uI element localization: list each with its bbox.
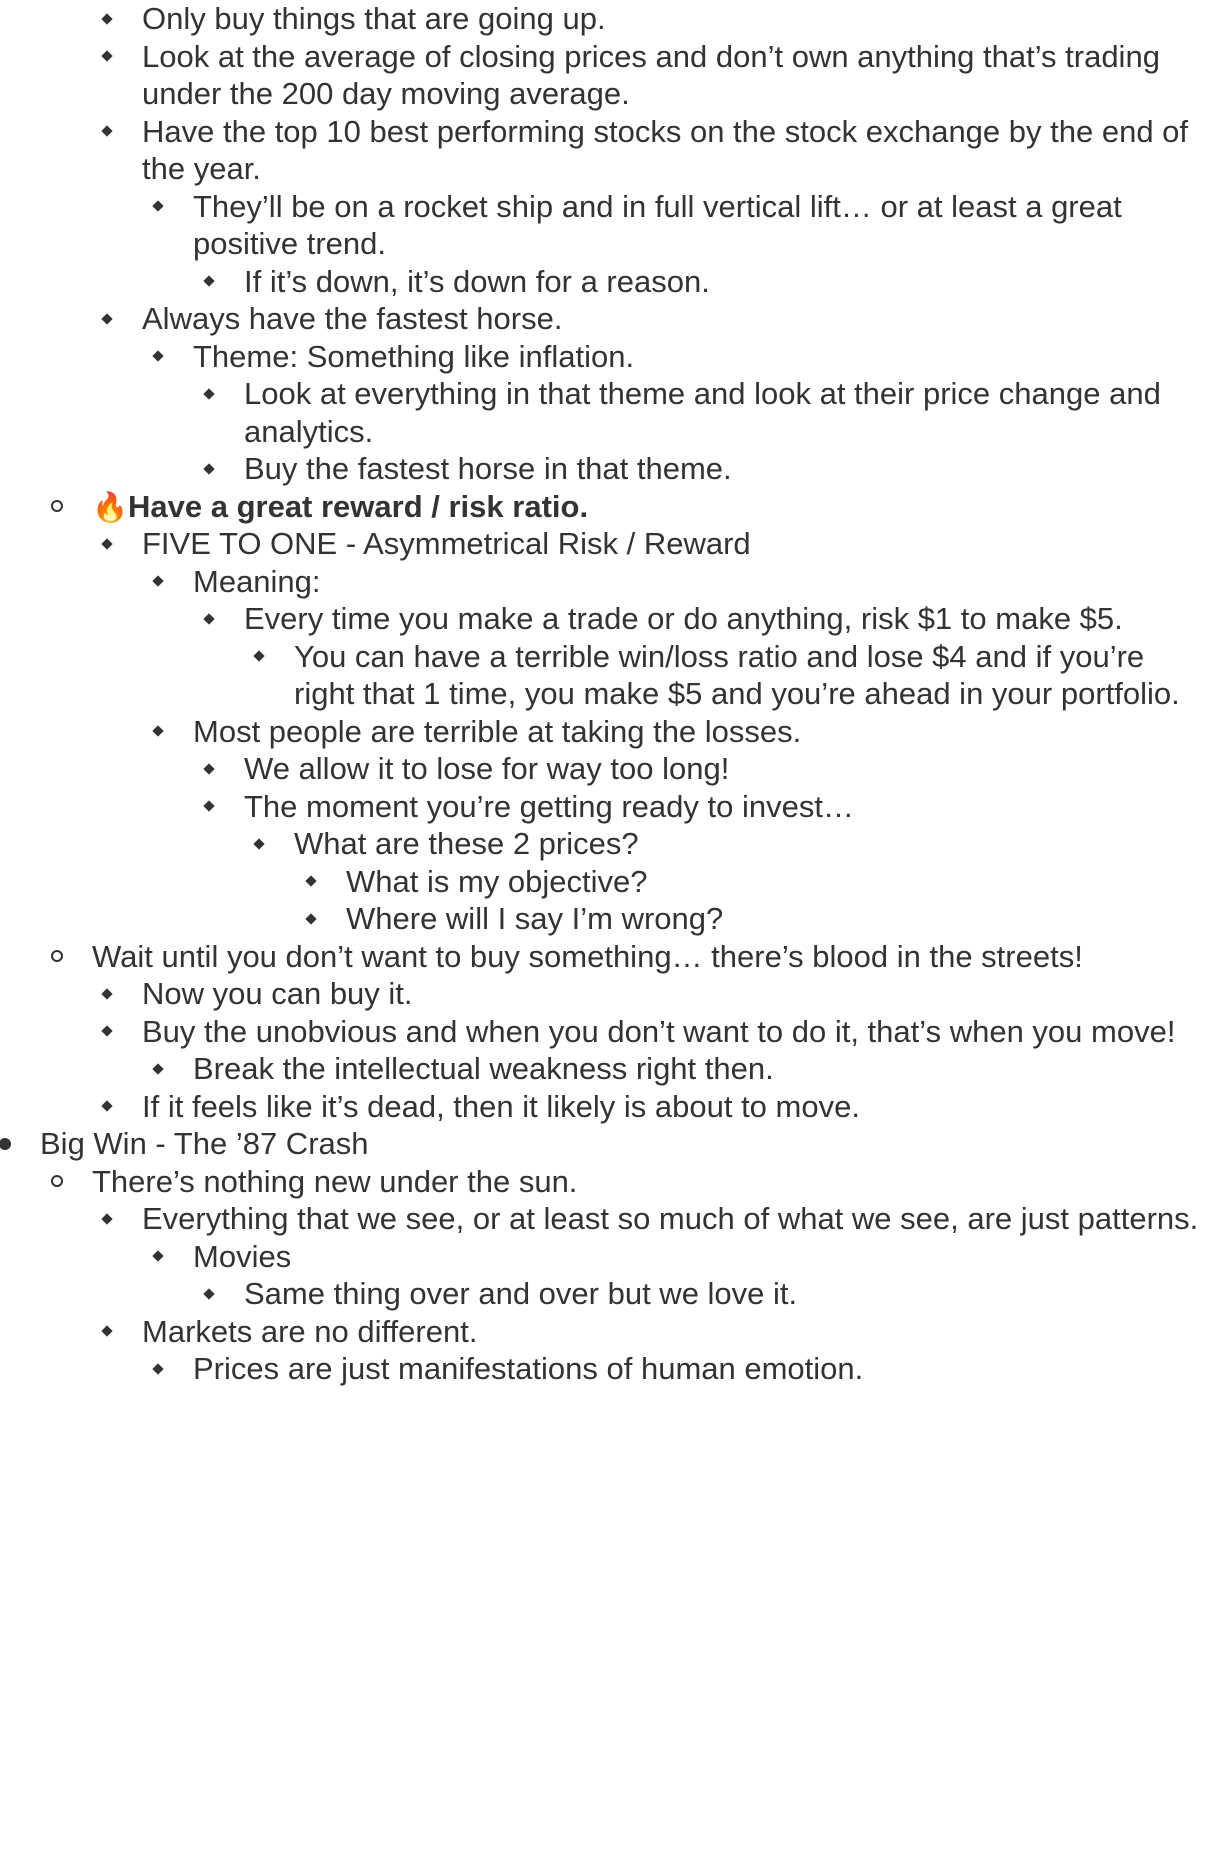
bullet-diamond-icon <box>244 638 274 676</box>
outline-item: They’ll be on a rocket ship and in full … <box>152 188 1212 263</box>
outline-item: 🔥Have a great reward / risk ratio. <box>51 488 1212 528</box>
outline-item-text: Where will I say I’m wrong? <box>346 901 724 936</box>
bullet-diamond-icon <box>143 1238 173 1276</box>
outline-item-text: Have a great reward / risk ratio. <box>128 488 589 524</box>
bullet-diamond-icon <box>92 300 122 338</box>
bullet-circle-icon <box>42 1163 72 1201</box>
outline-item-text: Buy the fastest horse in that theme. <box>244 451 732 486</box>
bullet-diamond-icon <box>92 1200 122 1238</box>
outline-item-text: Have the top 10 best performing stocks o… <box>142 113 1189 187</box>
outline-item-text: Theme: Something like inflation. <box>193 338 635 374</box>
bullet-diamond-icon <box>194 750 224 788</box>
outline-item: Now you can buy it. <box>101 975 1212 1013</box>
outline-item: Buy the fastest horse in that theme. <box>203 450 1212 488</box>
outline-item-text: Every time you make a trade or do anythi… <box>244 601 1123 636</box>
outline-item-text: Big Win - The ’87 Crash <box>40 1126 369 1161</box>
outline-item-text: Wait until you don’t want to buy somethi… <box>92 938 1083 974</box>
outline-item-text: If it’s down, it’s down for a reason. <box>244 263 710 299</box>
bullet-diamond-icon <box>194 788 224 826</box>
bullet-diamond-icon <box>92 525 122 563</box>
outline-item: Markets are no different. <box>101 1313 1212 1351</box>
bullet-diamond-icon <box>92 0 122 38</box>
bullet-diamond-icon <box>143 338 173 376</box>
bullet-diamond-icon <box>194 600 224 638</box>
outline-item: Have the top 10 best performing stocks o… <box>101 113 1212 188</box>
outline-item: Every time you make a trade or do anythi… <box>203 600 1212 638</box>
bullet-diamond-icon <box>296 863 326 901</box>
outline-item: Only buy things that are going up. <box>101 0 1212 38</box>
bullet-diamond-icon <box>143 188 173 226</box>
outline-item: Where will I say I’m wrong? <box>305 900 1212 938</box>
outline-item-text: Movies <box>193 1238 292 1274</box>
outline-item-text: What is my objective? <box>346 863 648 899</box>
outline-item-text: You can have a terrible win/loss ratio a… <box>294 638 1180 712</box>
outline-item: Break the intellectual weakness right th… <box>152 1050 1212 1088</box>
outline-item: What are these 2 prices? <box>253 825 1212 863</box>
bullet-diamond-icon <box>143 1350 173 1388</box>
outline-item: Same thing over and over but we love it. <box>203 1275 1212 1313</box>
bullet-diamond-icon <box>143 1050 173 1088</box>
outline-item: Movies <box>152 1238 1212 1276</box>
outline-item-text: FIVE TO ONE - Asymmetrical Risk / Reward <box>142 526 751 561</box>
outline-item-text: Look at the average of closing prices an… <box>142 38 1160 112</box>
bullet-diamond-icon <box>194 1275 224 1313</box>
bullet-circle-icon <box>42 488 72 526</box>
outline-item-text: If it feels like it’s dead, then it like… <box>142 1088 860 1124</box>
outline-item: The moment you’re getting ready to inves… <box>203 788 1212 826</box>
outline-item-text: Buy the unobvious and when you don’t wan… <box>142 1013 1176 1049</box>
bullet-diamond-icon <box>296 900 326 938</box>
outline-item-text: We allow it to lose for way too long! <box>244 751 730 786</box>
outline-item-text: Look at everything in that theme and loo… <box>244 376 1161 449</box>
outline-item-text: Markets are no different. <box>142 1313 478 1349</box>
outline-item: Always have the fastest horse. <box>101 300 1212 338</box>
outline-item-text: Break the intellectual weakness right th… <box>193 1051 774 1086</box>
fire-icon: 🔥 <box>92 491 129 524</box>
bullet-diamond-icon <box>194 450 224 488</box>
bullet-diamond-icon <box>194 375 224 413</box>
outline-item-text: Same thing over and over but we love it. <box>244 1276 798 1311</box>
outline-item: Most people are terrible at taking the l… <box>152 713 1212 751</box>
outline-item: What is my objective? <box>305 863 1212 901</box>
outline-item-text: What are these 2 prices? <box>294 826 639 861</box>
bullet-diamond-icon <box>92 1013 122 1051</box>
bullet-circle-icon <box>42 938 72 976</box>
outline-item: Everything that we see, or at least so m… <box>101 1200 1212 1238</box>
bullet-diamond-icon <box>92 975 122 1013</box>
bullet-diamond-icon <box>143 563 173 601</box>
outline-item: Meaning: <box>152 563 1212 601</box>
outline-item: Prices are just manifestations of human … <box>152 1350 1212 1388</box>
outline-item-text: Now you can buy it. <box>142 976 413 1011</box>
bullet-diamond-icon <box>92 1313 122 1351</box>
outline-item: There’s nothing new under the sun. <box>51 1163 1212 1201</box>
outline-item-text: There’s nothing new under the sun. <box>92 1163 578 1199</box>
outline-item: Look at everything in that theme and loo… <box>203 375 1212 450</box>
outline-item-text: The moment you’re getting ready to inves… <box>244 788 854 824</box>
outline-item: If it’s down, it’s down for a reason. <box>203 263 1212 301</box>
outline-item-text: Prices are just manifestations of human … <box>193 1351 864 1386</box>
outline-item: FIVE TO ONE - Asymmetrical Risk / Reward <box>101 525 1212 563</box>
bullet-diamond-icon <box>143 713 173 751</box>
outline-item: Theme: Something like inflation. <box>152 338 1212 376</box>
outline-item: Buy the unobvious and when you don’t wan… <box>101 1013 1212 1051</box>
outline-item-text: Meaning: <box>193 563 321 599</box>
bullet-diamond-icon <box>194 263 224 301</box>
bullet-diamond-icon <box>244 825 274 863</box>
bullet-diamond-icon <box>92 1088 122 1126</box>
bullet-diamond-icon <box>92 38 122 76</box>
bullet-diamond-icon <box>92 113 122 151</box>
outline-item: If it feels like it’s dead, then it like… <box>101 1088 1212 1126</box>
outline-item-text: They’ll be on a rocket ship and in full … <box>193 188 1122 262</box>
outline-item-text: Everything that we see, or at least so m… <box>142 1201 1199 1236</box>
outline-item: Look at the average of closing prices an… <box>101 38 1212 113</box>
outline-item-text: Always have the fastest horse. <box>142 301 563 336</box>
outline-item: Wait until you don’t want to buy somethi… <box>51 938 1212 976</box>
outline-item: You can have a terrible win/loss ratio a… <box>253 638 1212 713</box>
outline-item-text: Only buy things that are going up. <box>142 1 606 36</box>
bullet-disc-icon <box>0 1125 20 1163</box>
outline-item: We allow it to lose for way too long! <box>203 750 1212 788</box>
outline-item: Big Win - The ’87 Crash <box>0 1125 1212 1163</box>
outline-item-text: Most people are terrible at taking the l… <box>193 713 802 749</box>
